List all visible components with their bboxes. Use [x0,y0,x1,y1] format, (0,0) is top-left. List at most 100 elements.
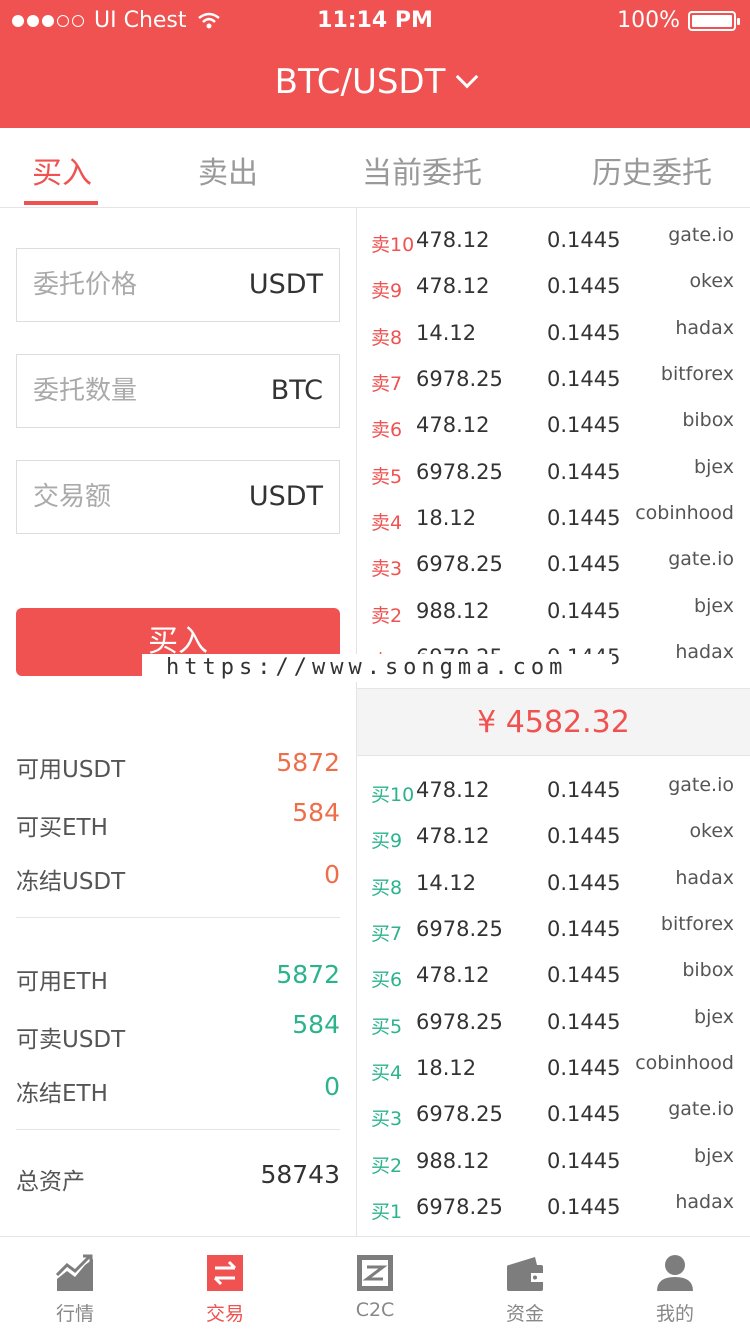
order-level: 卖4 [371,512,403,534]
order-amount: 0.1445 [547,1056,621,1080]
sell-order-row[interactable]: 卖4 18.12 0.1445 cobinhood [357,496,750,542]
divider [16,917,340,918]
eth-available-label: 可用ETH [16,969,108,995]
buy-order-row[interactable]: 买4 18.12 0.1445 cobinhood [357,1046,750,1092]
order-amount: 0.1445 [547,871,621,895]
nav-label: 行情 [55,1303,94,1325]
order-exchange: gate.io [668,224,734,246]
tab-buy[interactable]: 买入 [32,148,92,192]
sell-order-row[interactable]: 卖2 988.12 0.1445 bjex [357,589,750,635]
sell-order-row[interactable]: 卖7 6978.25 0.1445 bitforex [357,357,750,403]
order-amount: 0.1445 [547,1010,621,1034]
buy-order-row[interactable]: 买3 6978.25 0.1445 gate.io [357,1092,750,1138]
order-price: 6978.25 [416,552,503,576]
wallet-icon [507,1257,543,1291]
nav-label: C2C [355,1299,395,1321]
order-exchange: hadax [675,1191,734,1213]
usdt-sellable-row: 可卖USDT 584 [16,1010,340,1053]
eth-buyable-row: 可买ETH 584 [16,798,340,841]
usdt-frozen-value: 0 [324,860,340,889]
tab-current-orders[interactable]: 当前委托 [362,148,482,192]
buy-order-row[interactable]: 买10 478.12 0.1445 gate.io [357,768,750,814]
order-level: 卖8 [371,327,403,349]
order-exchange: cobinhood [635,502,734,524]
tab-sell[interactable]: 卖出 [198,148,258,192]
order-level: 卖10 [371,234,415,256]
order-exchange: bibox [682,409,734,431]
battery-area: 100% [617,8,740,33]
order-price: 478.12 [416,228,490,252]
nav-label: 资金 [505,1303,544,1325]
order-level: 买3 [371,1108,403,1130]
sell-order-row[interactable]: 卖3 6978.25 0.1445 gate.io [357,542,750,588]
order-price: 6978.25 [416,460,503,484]
eth-available-value: 5872 [276,960,340,989]
sell-order-row[interactable]: 卖6 478.12 0.1445 bibox [357,403,750,449]
price-input[interactable] [17,249,227,321]
buy-order-row[interactable]: 买7 6978.25 0.1445 bitforex [357,907,750,953]
nav-profile[interactable]: 我的 [600,1237,750,1334]
order-price: 988.12 [416,599,490,623]
total-input[interactable] [17,461,227,533]
app-header: UI Chest 11:14 PM 100% BTC/USDT [0,0,750,128]
total-assets-label: 总资产 [16,1169,85,1195]
nav-funds[interactable]: 资金 [450,1237,600,1334]
order-exchange: gate.io [668,548,734,570]
sell-order-row[interactable]: 卖9 478.12 0.1445 okex [357,264,750,310]
divider [16,1129,340,1130]
order-price: 6978.25 [416,367,503,391]
price-unit: USDT [248,269,323,300]
battery-icon [688,10,740,31]
order-exchange: bitforex [660,913,734,935]
order-level: 买5 [371,1016,403,1038]
order-price: 988.12 [416,1149,490,1173]
order-price: 478.12 [416,413,490,437]
order-price: 478.12 [416,778,490,802]
order-level: 买8 [371,877,403,899]
order-exchange: bjex [694,1006,734,1028]
sell-order-row[interactable]: 卖5 6978.25 0.1445 bjex [357,450,750,496]
total-assets-value: 58743 [260,1160,340,1189]
nav-c2c[interactable]: C2C [300,1237,450,1334]
buy-order-row[interactable]: 买1 6978.25 0.1445 hadax [357,1185,750,1231]
quantity-field: BTC [16,354,340,428]
buy-order-row[interactable]: 买6 478.12 0.1445 bibox [357,953,750,999]
total-assets-row: 总资产 58743 [16,1160,340,1200]
nav-trade[interactable]: 交易 [150,1237,300,1334]
trade-tabs: 买入 卖出 当前委托 历史委托 [0,128,750,208]
order-price: 478.12 [416,274,490,298]
order-level: 卖3 [371,558,403,580]
usdt-available-value: 5872 [276,748,340,777]
buy-order-row[interactable]: 买9 478.12 0.1445 okex [357,814,750,860]
pair-selector[interactable]: BTC/USDT [0,62,750,102]
order-amount: 0.1445 [547,460,621,484]
buy-order-row[interactable]: 买5 6978.25 0.1445 bjex [357,1000,750,1046]
usdt-frozen-label: 冻结USDT [16,869,126,895]
order-exchange: bibox [682,959,734,981]
order-price: 6978.25 [416,1102,503,1126]
usdt-frozen-row: 冻结USDT 0 [16,860,340,900]
eth-frozen-label: 冻结ETH [16,1081,108,1107]
order-exchange: bjex [694,456,734,478]
active-tab-indicator [24,201,98,205]
order-price: 478.12 [416,824,490,848]
sell-order-row[interactable]: 卖10 478.12 0.1445 gate.io [357,218,750,264]
quantity-unit: BTC [270,375,323,406]
order-exchange: cobinhood [635,1052,734,1074]
tab-order-history[interactable]: 历史委托 [592,148,712,192]
eth-frozen-value: 0 [324,1072,340,1101]
order-level: 买7 [371,923,403,945]
order-amount: 0.1445 [547,228,621,252]
buy-order-row[interactable]: 买8 14.12 0.1445 hadax [357,861,750,907]
order-price: 14.12 [416,871,477,895]
bottom-nav: 行情 交易 C2C 资金 我的 [0,1236,750,1334]
sell-order-row[interactable]: 卖8 14.12 0.1445 hadax [357,311,750,357]
nav-label: 交易 [205,1303,244,1325]
order-level: 卖7 [371,373,403,395]
nav-market[interactable]: 行情 [0,1237,150,1334]
quantity-input[interactable] [17,355,227,427]
order-exchange: hadax [675,641,734,663]
order-level: 买2 [371,1155,403,1177]
buy-order-row[interactable]: 买2 988.12 0.1445 bjex [357,1139,750,1185]
eth-buyable-value: 584 [292,798,340,827]
